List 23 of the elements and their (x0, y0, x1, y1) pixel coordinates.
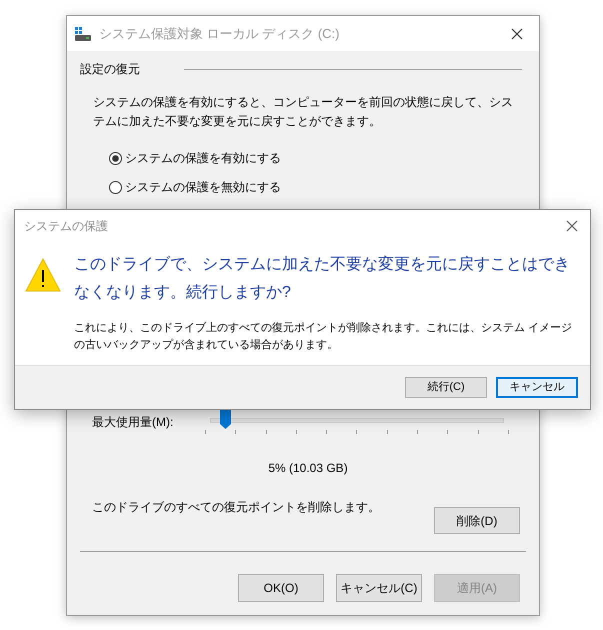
radio-label[interactable]: システムの保護を無効にする (125, 178, 281, 196)
slider-label: 最大使用量(M): (92, 414, 174, 431)
delete-description: このドライブのすべての復元ポイントを削除します。 (92, 499, 380, 516)
dialog-message: これにより、このドライブ上のすべての復元ポイントが削除されます。これには、システム イメージの古いバックアップが含まれている場合があります。 (74, 320, 574, 353)
continue-button[interactable]: 続行(C) (405, 377, 487, 398)
close-icon[interactable] (566, 220, 578, 232)
cancel-button[interactable]: キャンセル (496, 377, 578, 398)
radio-label[interactable]: システムの保護を有効にする (125, 149, 281, 167)
window-title: システム保護対象 ローカル ディスク (C:) (99, 24, 340, 43)
close-icon[interactable] (511, 28, 523, 40)
radio-button[interactable] (109, 180, 122, 194)
section-heading: 設定の復元 (79, 61, 140, 78)
description-text: システムの保護を有効にすると、コンピューターを前回の状態に戻して、システムに加えた不要な変更を元に戻すことができます。 (92, 94, 514, 130)
slider-thumb[interactable] (220, 410, 231, 429)
dialog-title: システムの保護 (24, 218, 109, 235)
delete-button[interactable]: 削除(D) (434, 507, 520, 534)
usage-reading: 5% (10.03 GB) (268, 460, 348, 477)
radio-button[interactable] (109, 152, 122, 164)
warning-icon (25, 258, 61, 292)
ok-button[interactable]: OK(O) (238, 574, 324, 602)
drive-icon (75, 26, 91, 40)
dialog-instruction: このドライブで、システムに加えた不要な変更を元に戻すことはできなくなります。続行しますか? (74, 254, 571, 303)
cancel-button[interactable]: キャンセル(C) (336, 574, 422, 602)
